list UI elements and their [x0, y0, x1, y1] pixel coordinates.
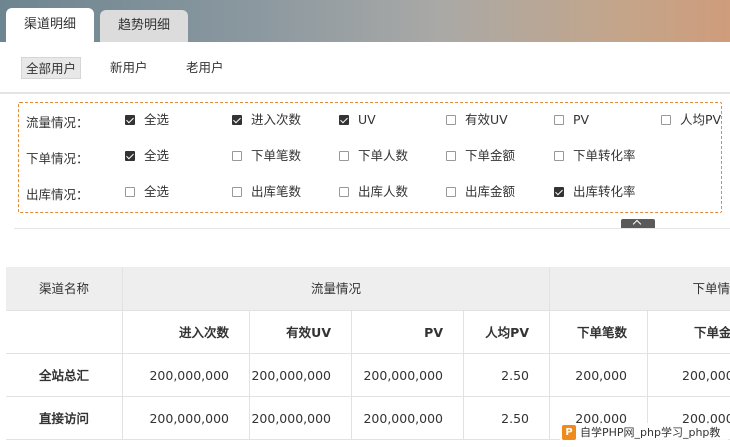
filter-all-users[interactable]: 全部用户 — [21, 57, 82, 79]
checkbox-unchecked-icon[interactable] — [446, 151, 456, 161]
checkbox-unchecked-icon[interactable] — [554, 115, 564, 125]
row-name: 全站总汇 — [6, 354, 123, 397]
header-avg-pv: 人均PV — [464, 311, 550, 354]
user-type-filter: 全部用户 新用户 老用户 — [0, 42, 730, 94]
filter-row-label: 流量情况： — [26, 115, 89, 130]
header-group-orders: 下单情 — [550, 267, 730, 311]
checkbox-unchecked-icon[interactable] — [232, 151, 242, 161]
header-group-traffic: 流量情况 — [123, 267, 550, 311]
filter-row-traffic: 流量情况： 全选 进入次数 UV 有效UV PV 人均PV — [26, 112, 722, 130]
table-cell: 200,000,000 — [123, 354, 250, 397]
checkbox-unchecked-icon[interactable] — [125, 187, 135, 197]
divider — [14, 228, 730, 229]
header-order-count: 下单笔数 — [550, 311, 648, 354]
header-order-amount: 下单金 — [648, 311, 730, 354]
php-logo-icon: P — [562, 425, 576, 440]
table-cell: 2.50 — [464, 354, 550, 397]
table-cell: 200,000,000 — [123, 397, 250, 440]
tab-channel-detail[interactable]: 渠道明细 — [6, 8, 94, 42]
checkbox-checked-icon[interactable] — [339, 115, 349, 125]
table-cell: 200,000,000 — [352, 397, 464, 440]
row-name: 直接访问 — [6, 397, 123, 440]
table-cell: 200,000 — [648, 354, 730, 397]
filter-row-orders: 下单情况： 全选 下单笔数 下单人数 下单金额 下单转化率 — [26, 148, 636, 166]
table-cell: 200,000,000 — [250, 354, 352, 397]
checkbox-checked-icon[interactable] — [554, 187, 564, 197]
checkbox-unchecked-icon[interactable] — [339, 151, 349, 161]
filter-row-label: 出库情况： — [26, 187, 89, 202]
filter-old-users[interactable]: 老用户 — [182, 57, 228, 79]
watermark-text: 自学PHP网_php学习_php教 — [580, 426, 721, 439]
checkbox-unchecked-icon[interactable] — [446, 115, 456, 125]
header-visits: 进入次数 — [123, 311, 250, 354]
filter-row-shipping: 出库情况： 全选 出库笔数 出库人数 出库金额 出库转化率 — [26, 184, 636, 202]
table-cell: 2.50 — [464, 397, 550, 440]
chevron-up-icon — [632, 219, 642, 229]
filter-new-users[interactable]: 新用户 — [106, 57, 152, 79]
header-blank — [6, 311, 123, 354]
table-cell: 200,000,000 — [250, 397, 352, 440]
watermark: P 自学PHP网_php学习_php教 — [560, 423, 728, 443]
tab-bar: 渠道明细 趋势明细 — [0, 0, 730, 42]
checkbox-unchecked-icon[interactable] — [339, 187, 349, 197]
table-cell: 200,000,000 — [352, 354, 464, 397]
channel-data-table: 渠道名称 流量情况 下单情 进入次数 有效UV PV 人均PV 下单笔数 下单金… — [6, 267, 730, 447]
checkbox-checked-icon[interactable] — [125, 151, 135, 161]
checkbox-unchecked-icon[interactable] — [446, 187, 456, 197]
checkbox-checked-icon[interactable] — [232, 115, 242, 125]
header-valid-uv: 有效UV — [250, 311, 352, 354]
filter-row-label: 下单情况： — [26, 151, 89, 166]
collapse-button[interactable] — [621, 219, 655, 229]
checkbox-unchecked-icon[interactable] — [232, 187, 242, 197]
checkbox-checked-icon[interactable] — [125, 115, 135, 125]
checkbox-unchecked-icon[interactable] — [554, 151, 564, 161]
metric-filter-panel: 流量情况： 全选 进入次数 UV 有效UV PV 人均PV 下单情况： 全选 下… — [18, 102, 722, 213]
checkbox-unchecked-icon[interactable] — [661, 115, 671, 125]
tab-trend-detail[interactable]: 趋势明细 — [100, 10, 188, 42]
header-channel-name: 渠道名称 — [6, 267, 123, 311]
table-cell: 200,000 — [550, 354, 648, 397]
header-pv: PV — [352, 311, 464, 354]
